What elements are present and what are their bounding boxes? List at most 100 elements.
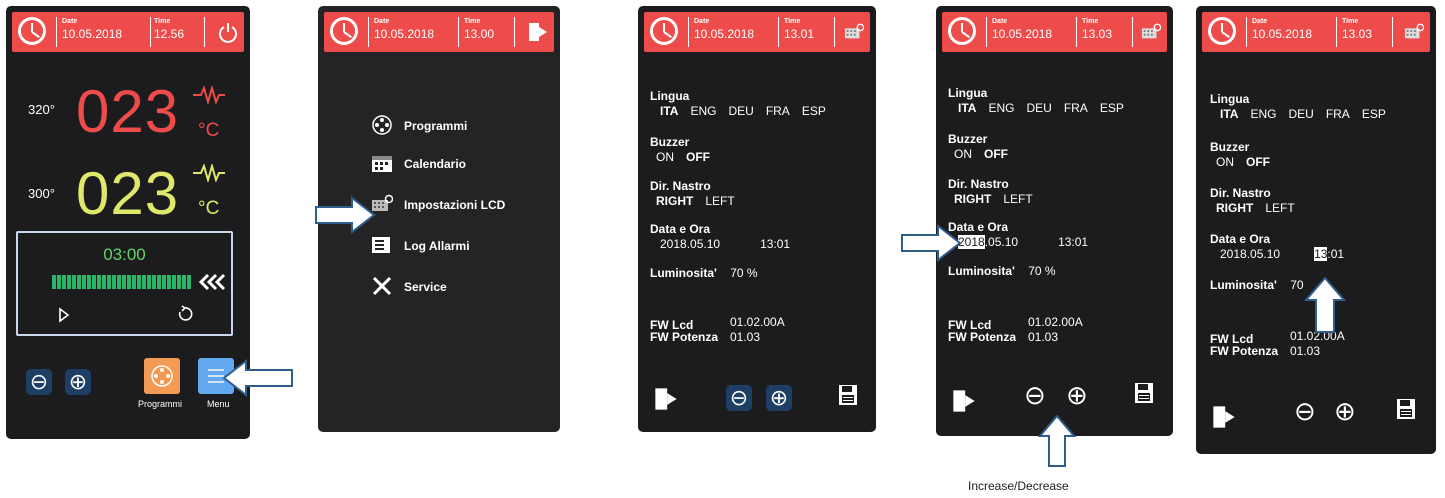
option-eng[interactable]: ENG [690, 104, 716, 118]
fast-rewind-icon[interactable] [198, 273, 228, 291]
header-divider [688, 17, 689, 47]
fw-lcd-value: 01.02.00A [1028, 315, 1083, 329]
date-value: 10.05.2018 [992, 27, 1053, 41]
upper-setpoint: 320° [28, 102, 55, 117]
option-ita[interactable]: ITA [958, 101, 976, 115]
time-value: 13.01 [784, 27, 815, 41]
plus-button[interactable]: ⊕ [65, 369, 91, 395]
programs-button[interactable] [144, 358, 180, 394]
setting-title: Lingua [1210, 92, 1250, 106]
setting-title: Data e Ora [650, 222, 711, 236]
upper-temperature: 023 [76, 78, 180, 145]
calendar-icon [372, 156, 392, 172]
option-fra[interactable]: FRA [1326, 107, 1350, 121]
brightness-value-partial[interactable]: 70 [1290, 278, 1303, 292]
option-off[interactable]: OFF [984, 147, 1008, 161]
option-left[interactable]: LEFT [1003, 192, 1032, 206]
exit-icon[interactable] [952, 388, 976, 414]
option-right[interactable]: RIGHT [1216, 201, 1253, 215]
minus-button[interactable]: ⊖ [1024, 382, 1046, 408]
lower-setpoint: 300° [28, 186, 55, 201]
option-eng[interactable]: ENG [1250, 107, 1276, 121]
option-off[interactable]: OFF [686, 150, 710, 164]
exit-icon[interactable] [654, 386, 678, 412]
option-deu[interactable]: DEU [728, 104, 753, 118]
time-value: 13.03 [1082, 27, 1113, 41]
language-options: ITA ENG DEU FRA ESP [1220, 107, 1398, 121]
arrow-up-pointer [1038, 414, 1076, 467]
option-ita[interactable]: ITA [1220, 107, 1238, 121]
header-divider [150, 17, 151, 47]
option-deu[interactable]: DEU [1026, 101, 1051, 115]
header-bar: Date 10.05.2018 Time 13.00 [324, 12, 554, 52]
minus-button[interactable]: ⊖ [726, 385, 752, 411]
option-esp[interactable]: ESP [1362, 107, 1386, 121]
save-icon[interactable] [1134, 382, 1154, 404]
option-fra[interactable]: FRA [766, 104, 790, 118]
play-icon[interactable] [58, 307, 70, 323]
option-right[interactable]: RIGHT [656, 194, 693, 208]
date-field[interactable]: 2018.05.10 [1220, 247, 1280, 261]
date-field[interactable]: 2018.05.10 [660, 237, 720, 251]
header-divider [1336, 17, 1337, 47]
option-ita[interactable]: ITA [660, 104, 678, 118]
minute-field[interactable]: :01 [1327, 247, 1344, 261]
option-esp[interactable]: ESP [1100, 101, 1124, 115]
save-icon[interactable] [838, 384, 858, 406]
fw-power-label: FW Potenza [1210, 344, 1278, 358]
time-field[interactable]: 13:01 [1058, 235, 1088, 249]
option-esp[interactable]: ESP [802, 104, 826, 118]
date-value: 10.05.2018 [1252, 27, 1313, 41]
lcd-settings-icon [844, 23, 864, 39]
minus-button[interactable]: ⊖ [1294, 398, 1316, 424]
time-label: Time [1082, 18, 1099, 25]
option-right[interactable]: RIGHT [954, 192, 991, 206]
month-day-field[interactable]: .05.10 [985, 235, 1018, 249]
option-eng[interactable]: ENG [988, 101, 1014, 115]
year-field-selected[interactable]: 2018 [958, 235, 985, 249]
arrow-right-pointer [315, 196, 376, 234]
option-left[interactable]: LEFT [1265, 201, 1294, 215]
option-fra[interactable]: FRA [1064, 101, 1088, 115]
save-icon[interactable] [1396, 398, 1416, 420]
brightness-setting: Luminosita' 70 % [650, 266, 758, 280]
date-label: Date [992, 18, 1008, 25]
brightness-value[interactable]: 70 % [1028, 264, 1055, 278]
main-screen: Date 10.05.2018 Time 12.56 320° 023 °C 3… [6, 6, 250, 439]
fw-power-value: 01.03 [730, 330, 761, 344]
exit-icon[interactable] [1212, 404, 1236, 430]
brightness-value[interactable]: 70 % [730, 266, 757, 280]
option-left[interactable]: LEFT [705, 194, 734, 208]
option-deu[interactable]: DEU [1288, 107, 1313, 121]
time-field[interactable]: 13:01 [760, 237, 790, 251]
option-on[interactable]: ON [1216, 155, 1234, 169]
header-divider [1132, 17, 1133, 47]
header-divider [458, 17, 459, 47]
date-value: 10.05.2018 [694, 27, 755, 41]
upper-temperature-unit: °C [198, 120, 220, 141]
hour-field-selected[interactable]: 13 [1314, 247, 1328, 261]
language-setting: Lingua ITA ENG DEU FRA ESP [650, 89, 826, 118]
reset-icon[interactable] [176, 305, 194, 323]
option-on[interactable]: ON [954, 147, 972, 161]
fw-lcd-value: 01.02.00A [730, 315, 785, 329]
date-time-setting: Data e Ora 2018.05.10 13:01 [650, 222, 790, 251]
plus-button[interactable]: ⊕ [766, 385, 792, 411]
header-divider [514, 17, 515, 47]
minus-button[interactable]: ⊖ [26, 369, 52, 395]
plus-button[interactable]: ⊕ [1334, 398, 1356, 424]
time-value: 13.03 [1342, 27, 1373, 41]
clock-icon [948, 17, 976, 45]
tools-icon [372, 276, 392, 296]
date-label: Date [694, 18, 710, 25]
setting-title: Dir. Nastro [1210, 186, 1271, 200]
heating-resistor-icon [193, 86, 225, 104]
lower-temperature: 023 [76, 160, 180, 227]
date-time-setting: Data e Ora 2018.05.10 13:01 [1210, 232, 1344, 261]
option-on[interactable]: ON [656, 150, 674, 164]
header-bar: Date 10.05.2018 Time 13.01 [644, 12, 870, 52]
option-off[interactable]: OFF [1246, 155, 1270, 169]
power-icon[interactable] [218, 21, 238, 43]
plus-button[interactable]: ⊕ [1066, 382, 1088, 408]
exit-icon[interactable] [528, 21, 548, 43]
